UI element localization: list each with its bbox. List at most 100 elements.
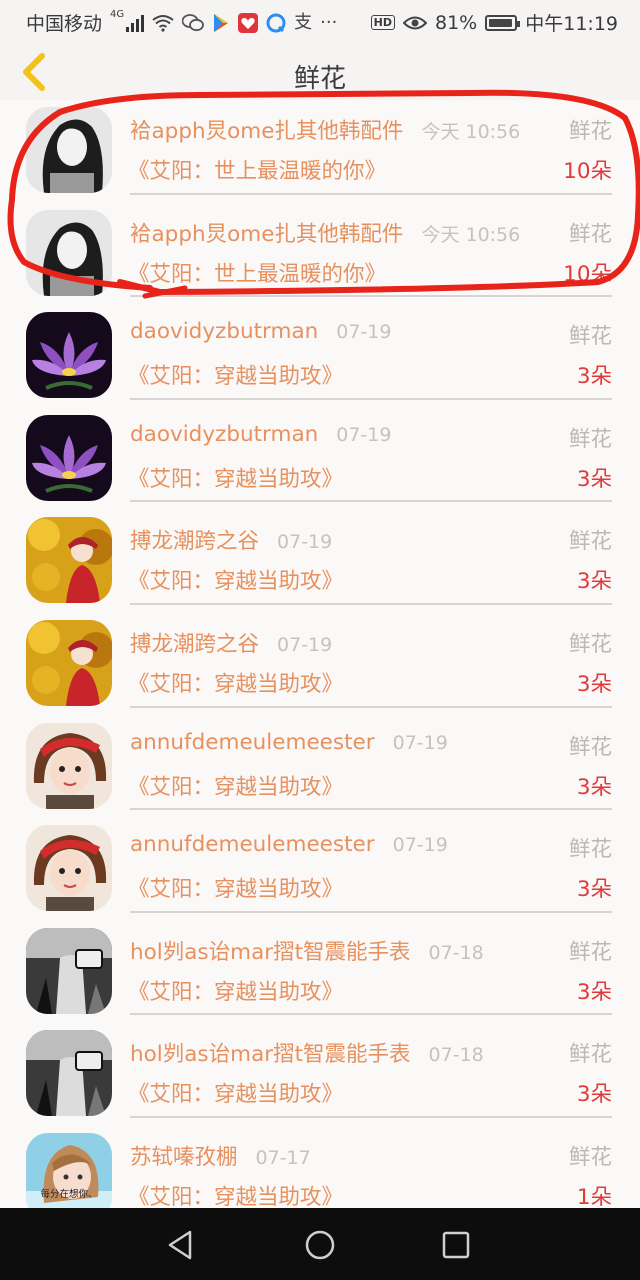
timestamp: 07-18: [428, 941, 484, 964]
timestamp: 07-19: [392, 834, 448, 857]
user-name[interactable]: 搏龙潮跨之谷 07-19: [130, 627, 332, 658]
user-name[interactable]: 搏龙潮跨之谷 07-19: [130, 524, 332, 555]
gift-type-label: 鲜花: [568, 426, 612, 452]
row-divider: [130, 295, 612, 298]
flower-count: 3朵: [576, 671, 612, 697]
gift-list[interactable]: 袷apph炅ome扎其他韩配件 今天 10:56 鲜花 《艾阳：世上最温暖的你》 10朵…: [0, 100, 640, 1208]
avatar[interactable]: [26, 312, 112, 399]
user-name[interactable]: 袷apph炅ome扎其他韩配件 今天 10:56: [130, 217, 520, 248]
app-icon: [238, 12, 259, 33]
gift-type-label: 鲜花: [568, 631, 612, 657]
user-name-text[interactable]: hol刿as诒mar摺t智震能手表: [130, 1042, 411, 1067]
flower-count: 3朵: [576, 979, 612, 1005]
avatar[interactable]: 每分在想你、: [26, 1132, 112, 1208]
qq-browser-icon: [266, 13, 286, 32]
row-divider: [130, 705, 612, 708]
avatar[interactable]: [26, 619, 112, 706]
status-left: 中国移动 4G 支 ···: [26, 9, 337, 36]
list-item[interactable]: 袷apph炅ome扎其他韩配件 今天 10:56 鲜花 《艾阳：世上最温暖的你》 10朵: [0, 100, 640, 203]
user-name-text[interactable]: hol刿as诒mar摺t智震能手表: [130, 940, 411, 965]
user-name[interactable]: daovidyzbutrman 07-19: [130, 422, 391, 447]
gift-type-label: 鲜花: [568, 221, 612, 247]
page-title: 鲜花: [293, 64, 346, 94]
book-title-link[interactable]: 《艾阳：穿越当助攻》: [128, 564, 343, 595]
list-item[interactable]: 袷apph炅ome扎其他韩配件 今天 10:56 鲜花《艾阳：世上最温暖的你》 10朵: [0, 203, 640, 306]
user-name-text[interactable]: annufdemeulemeester: [130, 730, 375, 755]
avatar[interactable]: [26, 722, 112, 809]
user-name[interactable]: 苏轼嗪孜棚 07-17: [130, 1140, 311, 1171]
list-item[interactable]: 每分在想你、 苏轼嗪孜棚 07-17 鲜花 《艾阳：穿越当助攻》 1朵: [0, 1126, 640, 1208]
avatar[interactable]: [26, 107, 112, 193]
row-divider: [130, 910, 612, 913]
book-title-link[interactable]: 《艾阳：世上最温暖的你》: [128, 154, 386, 185]
user-name[interactable]: annufdemeulemeester 07-19: [130, 832, 448, 857]
battery-icon: [485, 14, 521, 31]
book-title-link[interactable]: 《艾阳：世上最温暖的你》: [128, 257, 386, 288]
list-item[interactable]: daovidyzbutrman 07-19 鲜花《艾阳：穿越当助攻》 3朵: [0, 305, 640, 408]
flower-count: 3朵: [576, 466, 612, 492]
list-item[interactable]: 搏龙潮跨之谷 07-19 鲜花 《艾阳：穿越当助攻》 3朵: [0, 510, 640, 613]
user-name[interactable]: daovidyzbutrman 07-19: [130, 319, 391, 344]
flower-count: 10朵: [563, 261, 612, 287]
user-name-text[interactable]: 搏龙潮跨之谷: [130, 632, 259, 657]
gift-type-label: 鲜花: [568, 837, 612, 863]
recents-square-icon[interactable]: [439, 1228, 473, 1262]
timestamp: 今天 10:56: [421, 121, 521, 143]
flower-count: 3朵: [576, 877, 612, 903]
list-item[interactable]: annufdemeulemeester 07-19 鲜花 《艾阳：穿越当助攻》 3朵: [0, 716, 640, 819]
timestamp: 07-19: [336, 423, 392, 446]
book-title-link[interactable]: 《艾阳：穿越当助攻》: [128, 770, 343, 801]
timestamp: 07-18: [428, 1044, 484, 1067]
book-title-link[interactable]: 《艾阳：穿越当助攻》: [128, 359, 343, 390]
avatar[interactable]: [26, 414, 112, 501]
user-name[interactable]: hol刿as诒mar摺t智震能手表 07-18: [130, 1037, 484, 1068]
title-bar: 鲜花: [0, 44, 640, 100]
user-name[interactable]: 袷apph炅ome扎其他韩配件 今天 10:56: [130, 114, 520, 145]
avatar[interactable]: [26, 927, 112, 1014]
book-title-link[interactable]: 《艾阳：穿越当助攻》: [128, 1077, 343, 1108]
list-item[interactable]: hol刿as诒mar摺t智震能手表 07-18 鲜花《艾阳：穿越当助攻》 3朵: [0, 921, 640, 1024]
user-name[interactable]: hol刿as诒mar摺t智震能手表 07-18: [130, 935, 484, 966]
book-title-link[interactable]: 《艾阳：穿越当助攻》: [128, 462, 343, 493]
gift-type-label: 鲜花: [568, 734, 612, 760]
flower-count: 3朵: [576, 1082, 612, 1108]
list-item[interactable]: hol刿as诒mar摺t智震能手表 07-18 鲜花《艾阳：穿越当助攻》 3朵: [0, 1023, 640, 1126]
user-name-text[interactable]: 袷apph炅ome扎其他韩配件: [130, 119, 403, 144]
list-item[interactable]: 搏龙潮跨之谷 07-19 鲜花《艾阳：穿越当助攻》 3朵: [0, 613, 640, 716]
list-item[interactable]: annufdemeulemeester 07-19 鲜花《艾阳：穿越当助攻》 3朵: [0, 818, 640, 921]
book-title-link[interactable]: 《艾阳：穿越当助攻》: [128, 667, 343, 698]
timestamp: 07-19: [336, 321, 392, 344]
avatar-caption: 每分在想你、: [40, 1188, 97, 1200]
list-item[interactable]: daovidyzbutrman 07-19 鲜花《艾阳：穿越当助攻》 3朵: [0, 408, 640, 511]
gift-type-label: 鲜花: [568, 1042, 612, 1068]
hd-badge: HD: [370, 15, 395, 30]
flower-count: 3朵: [576, 364, 612, 390]
user-name[interactable]: annufdemeulemeester 07-19: [130, 730, 448, 755]
avatar[interactable]: [26, 209, 112, 296]
avatar[interactable]: [26, 1030, 112, 1117]
alipay-icon: 支: [294, 11, 313, 33]
user-name-text[interactable]: daovidyzbutrman: [130, 422, 318, 447]
row-divider: [130, 500, 612, 503]
timestamp: 07-19: [277, 633, 333, 656]
row-divider: [130, 602, 612, 605]
user-name-text[interactable]: annufdemeulemeester: [130, 832, 375, 857]
user-name-text[interactable]: 搏龙潮跨之谷: [130, 529, 259, 554]
back-triangle-icon[interactable]: [164, 1228, 198, 1262]
signal-icon: [126, 14, 145, 32]
user-name-text[interactable]: 苏轼嗪孜棚: [130, 1145, 238, 1170]
gift-type-label: 鲜花: [568, 324, 612, 350]
book-title-link[interactable]: 《艾阳：穿越当助攻》: [128, 1180, 343, 1208]
avatar[interactable]: [26, 825, 112, 912]
eye-icon: [403, 16, 427, 29]
home-circle-icon[interactable]: [303, 1228, 337, 1262]
gift-type-label: 鲜花: [568, 939, 612, 965]
book-title-link[interactable]: 《艾阳：穿越当助攻》: [128, 975, 343, 1006]
clock: 中午11:19: [525, 13, 618, 35]
user-name-text[interactable]: daovidyzbutrman: [130, 319, 318, 344]
row-divider: [130, 1115, 612, 1118]
gift-type-label: 鲜花: [568, 119, 612, 144]
book-title-link[interactable]: 《艾阳：穿越当助攻》: [128, 872, 343, 903]
avatar[interactable]: [26, 517, 112, 604]
user-name-text[interactable]: 袷apph炅ome扎其他韩配件: [130, 222, 403, 247]
